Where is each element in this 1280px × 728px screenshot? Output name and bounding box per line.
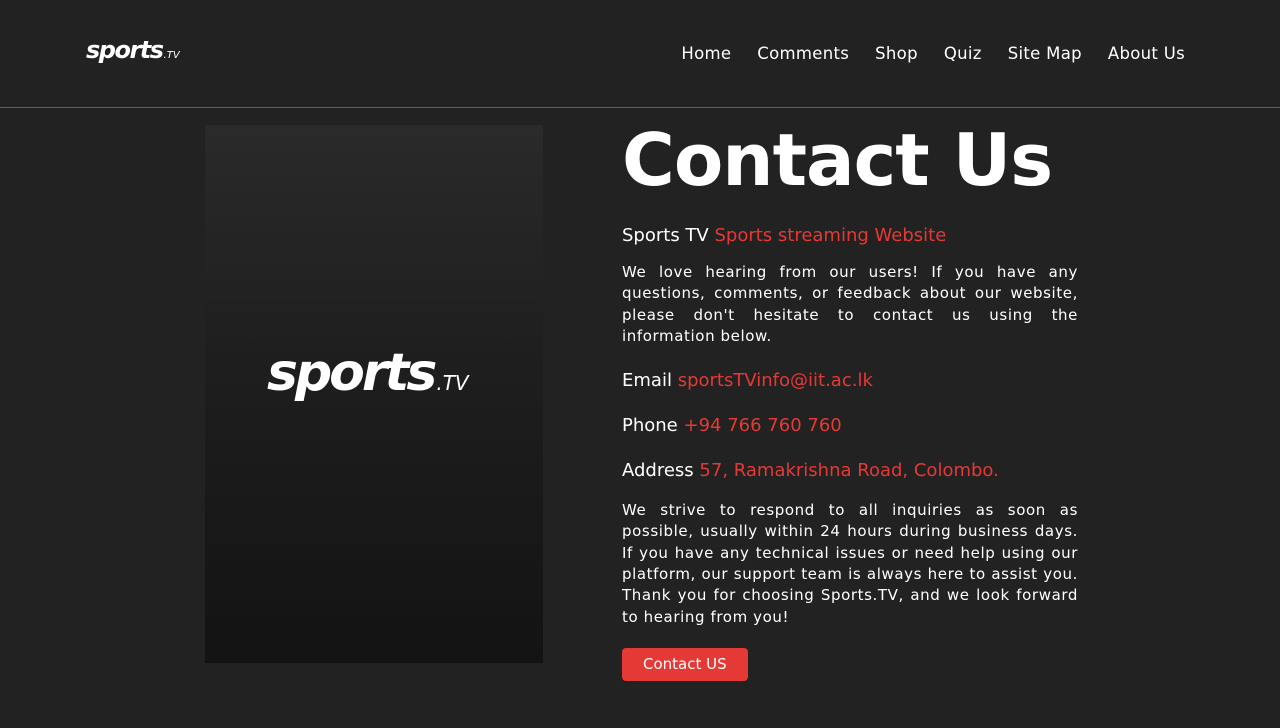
address-row: Address 57, Ramakrishna Road, Colombo. bbox=[622, 459, 1078, 483]
site-subtitle: Sports TV Sports streaming Website bbox=[622, 224, 1078, 248]
email-row: Email sportsTVinfo@iit.ac.lk bbox=[622, 369, 1078, 393]
nav-home[interactable]: Home bbox=[681, 44, 731, 63]
subtitle-value: Sports streaming Website bbox=[714, 225, 947, 246]
contact-content: Contact Us Sports TV Sports streaming We… bbox=[622, 118, 1078, 681]
nav-quiz[interactable]: Quiz bbox=[944, 44, 982, 63]
phone-label: Phone bbox=[622, 415, 678, 437]
contact-us-button[interactable]: Contact US bbox=[622, 647, 748, 681]
nav-about-us[interactable]: About Us bbox=[1108, 44, 1185, 63]
nav-site-map[interactable]: Site Map bbox=[1008, 44, 1082, 63]
address-label: Address bbox=[622, 460, 694, 482]
address-value: 57, Ramakrishna Road, Colombo. bbox=[699, 460, 999, 482]
logo-tld: .TV bbox=[163, 50, 180, 61]
phone-value[interactable]: +94 766 760 760 bbox=[684, 415, 842, 436]
page-title: Contact Us bbox=[622, 118, 1053, 202]
subtitle-label: Sports TV bbox=[622, 225, 709, 246]
nav-shop[interactable]: Shop bbox=[875, 44, 918, 63]
site-logo[interactable]: sports.TV bbox=[86, 38, 180, 62]
poster-logo-wordmark: sports bbox=[267, 343, 437, 403]
email-label: Email bbox=[622, 370, 672, 392]
nav-comments[interactable]: Comments bbox=[757, 44, 849, 63]
site-header: sports.TV Home Comments Shop Quiz Site M… bbox=[0, 0, 1280, 108]
phone-row: Phone +94 766 760 760 bbox=[622, 414, 1078, 438]
intro-paragraph: We love hearing from our users! If you h… bbox=[622, 263, 1078, 345]
outro-paragraph: We strive to respond to all inquiries as… bbox=[622, 501, 1078, 626]
logo-wordmark: sports bbox=[86, 36, 164, 64]
main-nav: Home Comments Shop Quiz Site Map About U… bbox=[681, 44, 1185, 63]
poster-logo: sports .TV bbox=[267, 347, 469, 399]
poster-logo-tld: .TV bbox=[436, 371, 469, 395]
email-value[interactable]: sportsTVinfo@iit.ac.lk bbox=[678, 370, 873, 391]
poster-image: sports .TV bbox=[205, 125, 543, 663]
